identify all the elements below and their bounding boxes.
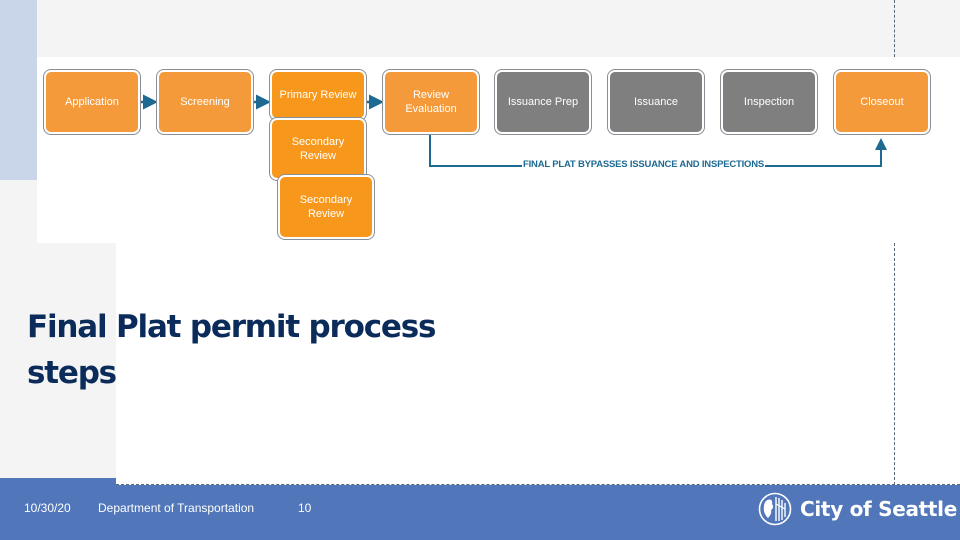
- step-screening: Screening: [157, 70, 253, 134]
- slide-title: Final Plat permit process steps: [27, 309, 436, 391]
- step-issuance-prep: Issuance Prep: [495, 70, 591, 134]
- step-application: Application: [44, 70, 140, 134]
- footer-department: Department of Transportation: [98, 501, 255, 515]
- step-primary-review: Primary Review: [270, 70, 366, 120]
- step-secondary-review: Secondary Review: [270, 118, 366, 180]
- background-top: [0, 0, 960, 57]
- logo-text: City of Seattle: [800, 497, 958, 521]
- step-review-evaluation: Review Evaluation: [383, 70, 479, 134]
- footer-date: 10/30/20: [24, 501, 71, 515]
- step-secondary-review: Secondary Review: [278, 175, 374, 239]
- step-issuance: Issuance: [608, 70, 704, 134]
- guide-line-vertical: [894, 243, 895, 485]
- bypass-label: FINAL PLAT BYPASSES ISSUANCE AND INSPECT…: [522, 159, 766, 170]
- accent-strip: [0, 0, 37, 180]
- city-of-seattle-logo: City of Seattle: [758, 492, 957, 526]
- step-closeout: Closeout: [834, 70, 930, 134]
- seattle-seal-icon: [758, 492, 792, 526]
- footer-page-number: 10: [298, 501, 312, 515]
- guide-line-vertical-top: [894, 0, 895, 57]
- step-inspection: Inspection: [721, 70, 817, 134]
- background-left: [0, 180, 37, 245]
